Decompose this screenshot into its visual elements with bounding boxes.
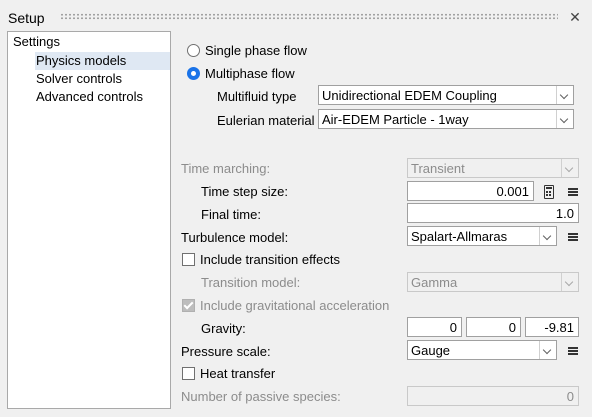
- gravity-z-input[interactable]: -9.81: [525, 317, 579, 337]
- include-gravity-checkbox[interactable]: [182, 299, 195, 312]
- heat-transfer-checkbox[interactable]: [182, 367, 195, 380]
- gravity-x-value: 0: [449, 320, 457, 335]
- final-time-input[interactable]: 1.0: [407, 203, 579, 223]
- tree-item-physics-models[interactable]: Physics models: [35, 52, 170, 70]
- chevron-down-icon[interactable]: [539, 341, 556, 359]
- multiphase-radio[interactable]: [187, 67, 200, 80]
- close-icon[interactable]: ✕: [567, 9, 583, 25]
- chevron-down-icon[interactable]: [556, 110, 573, 128]
- final-time-label: Final time:: [201, 207, 261, 222]
- hamburger-menu-icon[interactable]: [568, 188, 578, 196]
- gravity-y-input[interactable]: 0: [466, 317, 521, 337]
- transition-model-select[interactable]: Gamma: [407, 272, 579, 292]
- turbulence-model-value: Spalart-Allmaras: [411, 229, 508, 244]
- tree-header-settings[interactable]: Settings: [13, 33, 60, 51]
- drag-grip[interactable]: [60, 13, 558, 20]
- calculator-icon[interactable]: [544, 185, 554, 199]
- heat-transfer-label[interactable]: Heat transfer: [200, 366, 275, 381]
- chevron-down-icon[interactable]: [556, 86, 573, 104]
- turbulence-model-label: Turbulence model:: [181, 230, 289, 245]
- tree-item-solver-controls[interactable]: Solver controls: [36, 70, 122, 88]
- time-step-label: Time step size:: [201, 184, 288, 199]
- multifluid-type-select[interactable]: Unidirectional EDEM Coupling: [318, 85, 574, 105]
- transition-model-label: Transition model:: [201, 275, 301, 290]
- turbulence-model-select[interactable]: Spalart-Allmaras: [407, 226, 557, 246]
- time-marching-label: Time marching:: [181, 161, 271, 176]
- gravity-z-value: -9.81: [544, 320, 574, 335]
- pressure-scale-value: Gauge: [411, 343, 451, 358]
- eulerian-material-value: Air-EDEM Particle - 1way: [322, 112, 469, 127]
- time-step-input[interactable]: 0.001: [407, 181, 534, 201]
- passive-species-input[interactable]: 0: [407, 386, 579, 406]
- include-gravity-label[interactable]: Include gravitational acceleration: [200, 298, 389, 313]
- pressure-scale-select[interactable]: Gauge: [407, 340, 557, 360]
- final-time-value: 1.0: [555, 206, 574, 221]
- time-marching-value: Transient: [411, 161, 465, 176]
- chevron-down-icon[interactable]: [539, 227, 556, 245]
- chevron-down-icon[interactable]: [561, 273, 578, 291]
- eulerian-material-select[interactable]: Air-EDEM Particle - 1way: [318, 109, 574, 129]
- physics-models-panel: Single phase flow Multiphase flow Multif…: [175, 31, 585, 409]
- single-phase-label[interactable]: Single phase flow: [205, 43, 307, 58]
- passive-species-label: Number of passive species:: [181, 389, 341, 404]
- transition-model-value: Gamma: [411, 275, 458, 290]
- time-marching-select[interactable]: Transient: [407, 158, 579, 178]
- single-phase-radio[interactable]: [187, 44, 200, 57]
- hamburger-menu-icon[interactable]: [568, 233, 578, 241]
- pressure-scale-label: Pressure scale:: [181, 344, 271, 359]
- multiphase-label[interactable]: Multiphase flow: [205, 66, 295, 81]
- hamburger-menu-icon[interactable]: [568, 347, 578, 355]
- gravity-y-value: 0: [508, 320, 516, 335]
- chevron-down-icon[interactable]: [561, 159, 578, 177]
- multifluid-type-label: Multifluid type: [217, 89, 297, 104]
- gravity-label: Gravity:: [201, 321, 246, 336]
- eulerian-material-label: Eulerian material: [217, 113, 315, 128]
- window-title: Setup: [8, 10, 45, 26]
- include-transition-checkbox[interactable]: [182, 253, 195, 266]
- settings-tree: Settings Physics models Solver controls …: [7, 31, 171, 409]
- time-step-value: 0.001: [496, 184, 529, 199]
- include-transition-label[interactable]: Include transition effects: [200, 252, 340, 267]
- gravity-x-input[interactable]: 0: [407, 317, 462, 337]
- multifluid-type-value: Unidirectional EDEM Coupling: [322, 88, 497, 103]
- tree-item-advanced-controls[interactable]: Advanced controls: [36, 88, 143, 106]
- title-bar[interactable]: Setup ✕: [0, 0, 592, 31]
- passive-species-value: 0: [566, 389, 574, 404]
